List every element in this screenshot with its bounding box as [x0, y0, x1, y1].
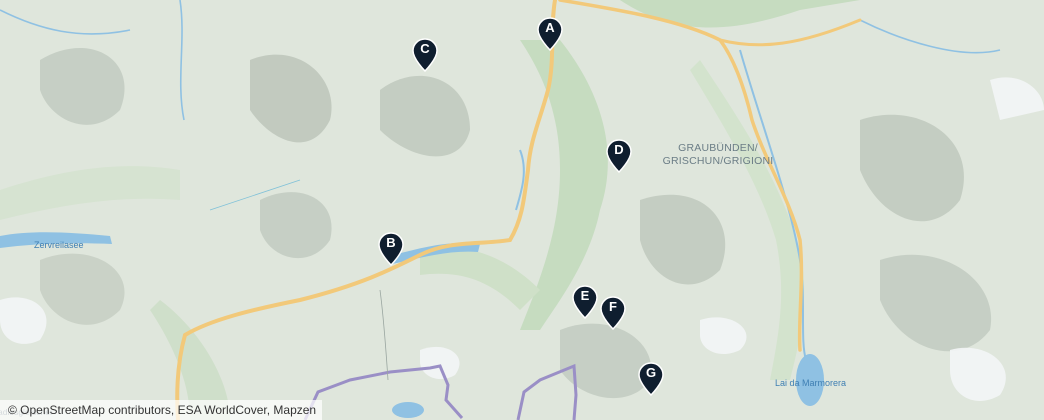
map-marker-d[interactable]: D	[606, 139, 632, 173]
marker-label: A	[545, 20, 555, 35]
map-marker-f[interactable]: F	[600, 296, 626, 330]
lake-label-marmorera: Lai da Marmorera	[775, 378, 847, 388]
marker-label: E	[580, 288, 590, 303]
map-marker-c[interactable]: C	[412, 38, 438, 72]
map-marker-b[interactable]: B	[378, 232, 404, 266]
region-label: GRAUBÜNDEN/ GRISCHUN/GRIGIONI	[654, 142, 782, 168]
map-canvas[interactable]: GRAUBÜNDEN/ GRISCHUN/GRIGIONI Zervreilas…	[0, 0, 1044, 420]
marker-label: F	[609, 299, 617, 314]
region-label-line2: GRISCHUN/GRIGIONI	[662, 155, 774, 167]
map-marker-a[interactable]: A	[537, 17, 563, 51]
terrain-layer	[0, 0, 1044, 420]
marker-label: B	[386, 235, 396, 250]
marker-label: D	[614, 142, 624, 157]
marker-label: C	[420, 41, 430, 56]
marker-label: G	[645, 365, 657, 380]
map-marker-e[interactable]: E	[572, 285, 598, 319]
region-label-line1: GRAUBÜNDEN/	[678, 142, 758, 154]
lake-label-zervreilasee: Zervreilasee	[34, 240, 84, 250]
map-attribution[interactable]: © OpenStreetMap contributors, ESA WorldC…	[0, 400, 323, 420]
map-marker-g[interactable]: G	[638, 362, 664, 396]
